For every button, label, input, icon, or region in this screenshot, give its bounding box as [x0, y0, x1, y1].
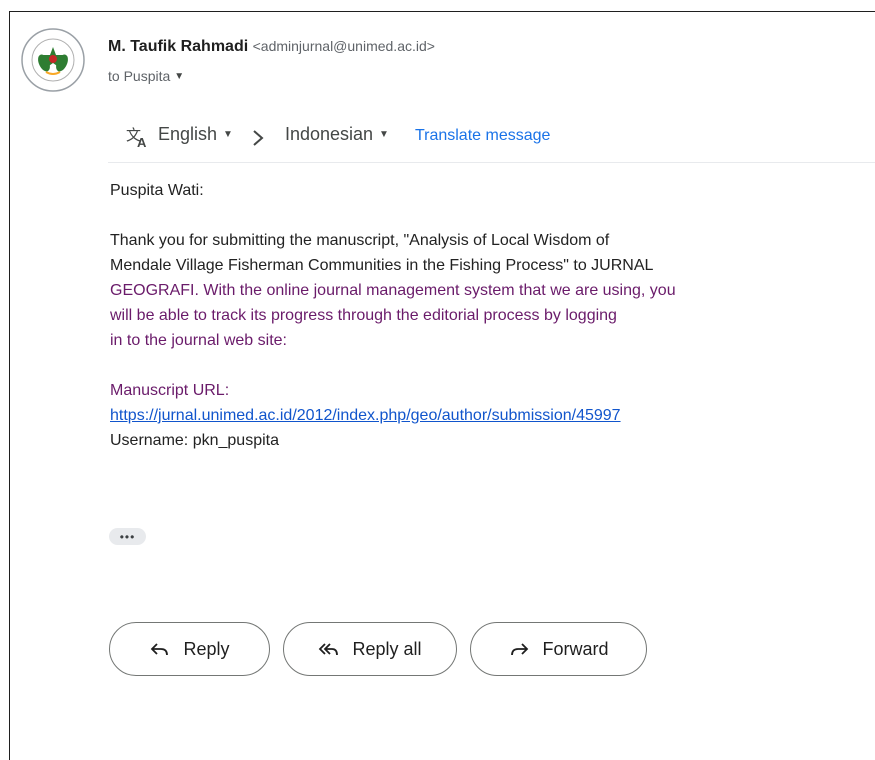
source-language-label: English [158, 124, 218, 144]
body-line: in to the journal web site: [110, 332, 287, 349]
recipient-details-toggle[interactable]: to Puspita ▼ [108, 68, 184, 84]
reply-all-label: Reply all [352, 638, 422, 659]
sender-name[interactable]: M. Taufik Rahmadi [108, 38, 248, 55]
translate-message-link[interactable]: Translate message [415, 115, 550, 145]
show-trimmed-content-button[interactable]: ••• [109, 528, 146, 545]
forward-icon [511, 643, 529, 656]
university-seal-icon [21, 28, 85, 92]
sender-email: <adminjurnal@unimed.ac.id> [252, 38, 435, 54]
body-line: GEOGRAFI. With the online journal manage… [110, 282, 676, 299]
translate-icon: 文 A [126, 127, 147, 149]
recipient-label: to Puspita [108, 68, 171, 84]
chevron-right-icon [253, 130, 264, 146]
greeting: Puspita Wati: [110, 182, 204, 199]
caret-down-icon: ▼ [174, 70, 185, 82]
manuscript-url-label: Manuscript URL: [110, 382, 230, 399]
reply-label: Reply [183, 638, 230, 659]
reply-icon [151, 643, 169, 656]
body-line: will be able to track its progress throu… [110, 307, 617, 324]
sender-avatar[interactable] [20, 27, 86, 93]
source-language-select[interactable]: English ▼ [158, 115, 233, 145]
reply-all-button[interactable]: Reply all [283, 622, 457, 676]
reply-button[interactable]: Reply [109, 622, 270, 676]
message-body: Puspita Wati: Thank you for submitting t… [110, 178, 850, 453]
forward-label: Forward [542, 638, 609, 659]
translate-bar: 文 A English ▼ Indonesian ▼ Translate mes… [108, 115, 875, 163]
caret-down-icon: ▼ [223, 129, 233, 140]
caret-down-icon: ▼ [379, 129, 389, 140]
reply-all-icon [319, 643, 339, 656]
target-language-select[interactable]: Indonesian ▼ [285, 115, 389, 145]
target-language-label: Indonesian [284, 124, 374, 144]
username-line: Username: pkn_puspita [110, 432, 279, 449]
sender-line: M. Taufik Rahmadi <adminjurnal@unimed.ac… [108, 38, 435, 56]
forward-button[interactable]: Forward [470, 622, 647, 676]
svg-text:A: A [137, 135, 147, 149]
body-line: Mendale Village Fisherman Communities in… [110, 257, 654, 274]
body-line: Thank you for submitting the manuscript,… [110, 232, 610, 249]
manuscript-url-link[interactable]: https://jurnal.unimed.ac.id/2012/index.p… [110, 407, 621, 424]
